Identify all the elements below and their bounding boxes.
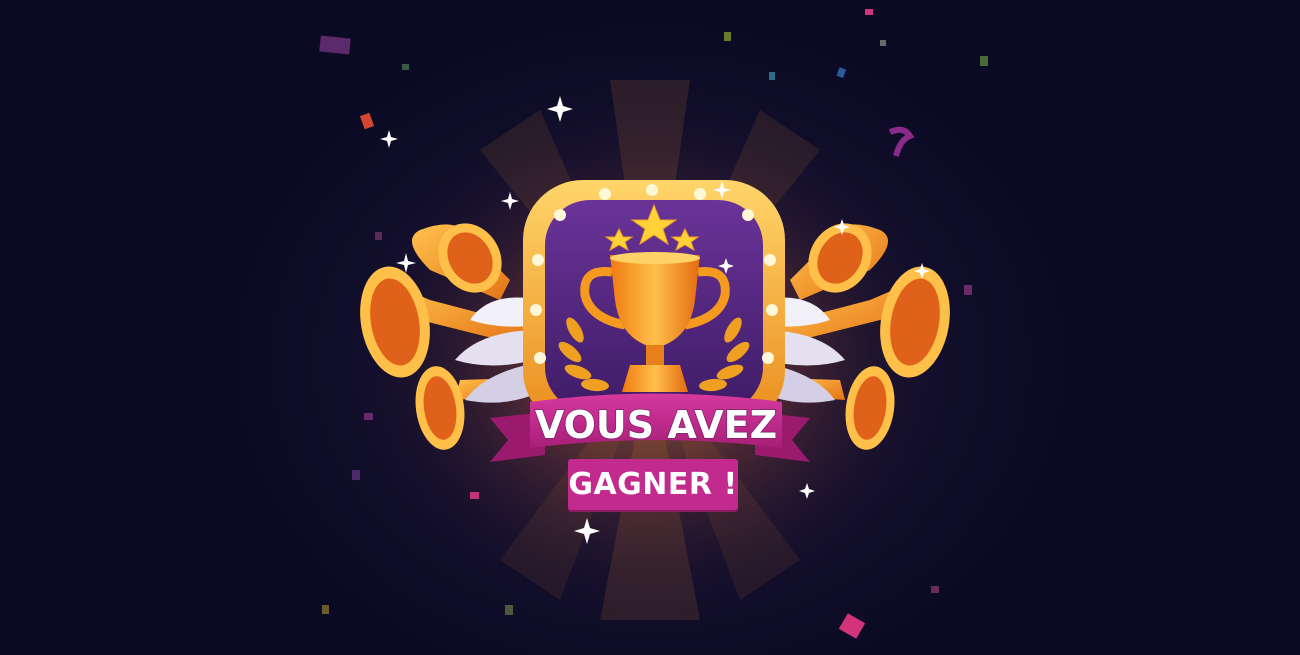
victory-title: VOUS AVEZ xyxy=(535,403,777,447)
victory-badge-illustration: VOUS AVEZ xyxy=(319,9,988,639)
victory-subtitle: GAGNER ! xyxy=(568,459,738,510)
victory-screen: VOUS AVEZ GAGNER ! xyxy=(0,0,1300,655)
